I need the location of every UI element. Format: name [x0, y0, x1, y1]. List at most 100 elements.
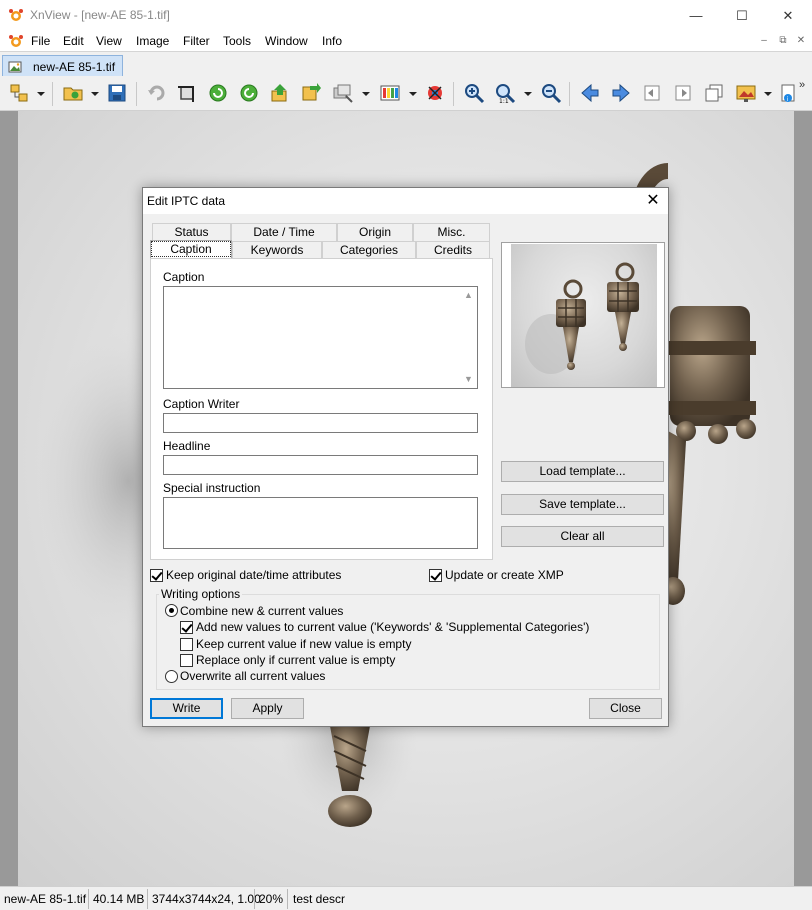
- keep-current-label: Keep current value if new value is empty: [196, 637, 412, 651]
- combine-radio[interactable]: [165, 604, 178, 617]
- status-divider: [254, 889, 255, 909]
- main-toolbar: 1:1 i »: [0, 76, 812, 111]
- open-icon[interactable]: [62, 82, 84, 104]
- tab-date-time[interactable]: Date / Time: [231, 223, 337, 241]
- caption-scrollbar[interactable]: ▲ ▼: [460, 287, 477, 388]
- toolbar-overflow-button[interactable]: »: [799, 79, 805, 91]
- document-tab-bar: new-AE 85-1.tif: [0, 51, 812, 77]
- combine-label: Combine new & current values: [180, 604, 344, 618]
- mdi-close-button[interactable]: ✕: [794, 34, 808, 48]
- zoom-in-icon[interactable]: [463, 82, 485, 104]
- document-menu-icon[interactable]: [8, 34, 24, 48]
- zoom-actual-icon[interactable]: 1:1: [494, 82, 516, 105]
- effects-icon[interactable]: [424, 82, 446, 104]
- status-divider: [287, 889, 288, 909]
- minimize-button[interactable]: —: [673, 0, 719, 31]
- save-template-button[interactable]: Save template...: [501, 494, 664, 515]
- window-close-button[interactable]: ✕: [765, 0, 811, 31]
- clear-all-button[interactable]: Clear all: [501, 526, 664, 547]
- save-icon[interactable]: [106, 82, 128, 104]
- menu-edit[interactable]: Edit: [63, 34, 84, 48]
- window-titlebar: XnView - [new-AE 85-1.tif] — ☐ ✕: [0, 0, 812, 31]
- zoom-out-icon[interactable]: [540, 82, 562, 104]
- adjust-icon[interactable]: [379, 82, 401, 104]
- menu-view[interactable]: View: [96, 34, 122, 48]
- keep-current-checkbox[interactable]: [180, 638, 193, 651]
- zoom-dropdown-arrow-icon[interactable]: [524, 92, 532, 96]
- rotate-right-icon[interactable]: [238, 82, 260, 104]
- next-icon[interactable]: [610, 82, 632, 104]
- menu-info[interactable]: Info: [322, 34, 342, 48]
- toolbar-separator: [569, 82, 570, 106]
- special-instruction-label: Special instruction: [163, 481, 261, 495]
- tab-caption[interactable]: Caption: [150, 240, 232, 259]
- document-tab[interactable]: new-AE 85-1.tif: [2, 55, 123, 77]
- apply-button[interactable]: Apply: [231, 698, 304, 719]
- status-filesize: 40.14 MB: [93, 892, 145, 906]
- browser-icon[interactable]: [8, 82, 30, 104]
- add-new-checkbox[interactable]: [180, 621, 193, 634]
- last-icon[interactable]: [672, 82, 694, 104]
- menu-file[interactable]: File: [31, 34, 50, 48]
- menu-tools[interactable]: Tools: [223, 34, 251, 48]
- caption-tab-panel: Caption ▲ ▼ Caption Writer Headline Spec…: [150, 258, 493, 560]
- dialog-titlebar: Edit IPTC data ✕: [143, 188, 668, 214]
- maximize-button[interactable]: ☐: [719, 0, 765, 31]
- menu-bar: File Edit View Image Filter Tools Window…: [0, 31, 812, 51]
- overwrite-radio[interactable]: [165, 670, 178, 683]
- status-dimensions: 3744x3744x24, 1.00: [152, 892, 261, 906]
- menu-image[interactable]: Image: [136, 34, 169, 48]
- undo-icon[interactable]: [146, 82, 168, 104]
- menu-window[interactable]: Window: [265, 34, 308, 48]
- caption-label: Caption: [163, 270, 205, 284]
- tab-categories[interactable]: Categories: [322, 241, 416, 259]
- overwrite-label: Overwrite all current values: [180, 669, 326, 683]
- headline-field[interactable]: [163, 455, 478, 475]
- open-dropdown-arrow-icon[interactable]: [91, 92, 99, 96]
- keep-date-checkbox[interactable]: [150, 569, 163, 582]
- adjust-dropdown-arrow-icon[interactable]: [409, 92, 417, 96]
- write-button[interactable]: Write: [150, 698, 223, 719]
- browser-dropdown-arrow-icon[interactable]: [37, 92, 45, 96]
- dialog-title: Edit IPTC data: [147, 194, 226, 208]
- tab-status[interactable]: Status: [152, 223, 231, 241]
- load-template-button[interactable]: Load template...: [501, 461, 664, 482]
- mdi-minimize-button[interactable]: –: [757, 34, 771, 48]
- tab-keywords[interactable]: Keywords: [232, 241, 322, 259]
- caption-writer-field[interactable]: [163, 413, 478, 433]
- mdi-restore-button[interactable]: ⧉: [776, 34, 790, 48]
- tab-misc[interactable]: Misc.: [413, 223, 490, 241]
- close-button[interactable]: Close: [589, 698, 662, 719]
- svg-text:1:1: 1:1: [499, 98, 509, 104]
- status-zoom: 20%: [259, 892, 284, 906]
- replace-only-checkbox[interactable]: [180, 654, 193, 667]
- first-icon[interactable]: [641, 82, 663, 104]
- dialog-close-icon[interactable]: ✕: [641, 190, 665, 212]
- batch-dropdown-arrow-icon[interactable]: [362, 92, 370, 96]
- replace-only-label: Replace only if current value is empty: [196, 653, 396, 667]
- update-xmp-checkbox[interactable]: [429, 569, 442, 582]
- scroll-up-icon[interactable]: ▲: [464, 291, 473, 300]
- caption-textarea[interactable]: ▲ ▼: [163, 286, 478, 389]
- convert-icon[interactable]: [300, 82, 322, 104]
- toolbar-separator: [453, 82, 454, 106]
- rotate-left-icon[interactable]: [207, 82, 229, 104]
- slideshow-dropdown-arrow-icon[interactable]: [764, 92, 772, 96]
- export-icon[interactable]: [269, 82, 291, 104]
- batch-icon[interactable]: [332, 82, 354, 104]
- tab-credits[interactable]: Credits: [416, 241, 490, 259]
- multipage-icon[interactable]: [703, 82, 725, 104]
- scroll-down-icon[interactable]: ▼: [464, 375, 473, 384]
- prev-icon[interactable]: [579, 82, 601, 104]
- xnview-logo-icon: [9, 9, 23, 21]
- toolbar-separator: [52, 82, 53, 106]
- tab-origin[interactable]: Origin: [337, 223, 413, 241]
- toolbar-separator: [136, 82, 137, 106]
- status-bar: new-AE 85-1.tif 40.14 MB 3744x3744x24, 1…: [0, 886, 812, 910]
- special-instruction-textarea[interactable]: [163, 497, 478, 549]
- slideshow-icon[interactable]: [735, 82, 757, 104]
- edit-iptc-dialog: Edit IPTC data ✕ Status Date / Time Orig…: [142, 187, 669, 727]
- crop-icon[interactable]: [176, 82, 198, 104]
- menu-filter[interactable]: Filter: [183, 34, 210, 48]
- info-icon[interactable]: i: [778, 82, 800, 104]
